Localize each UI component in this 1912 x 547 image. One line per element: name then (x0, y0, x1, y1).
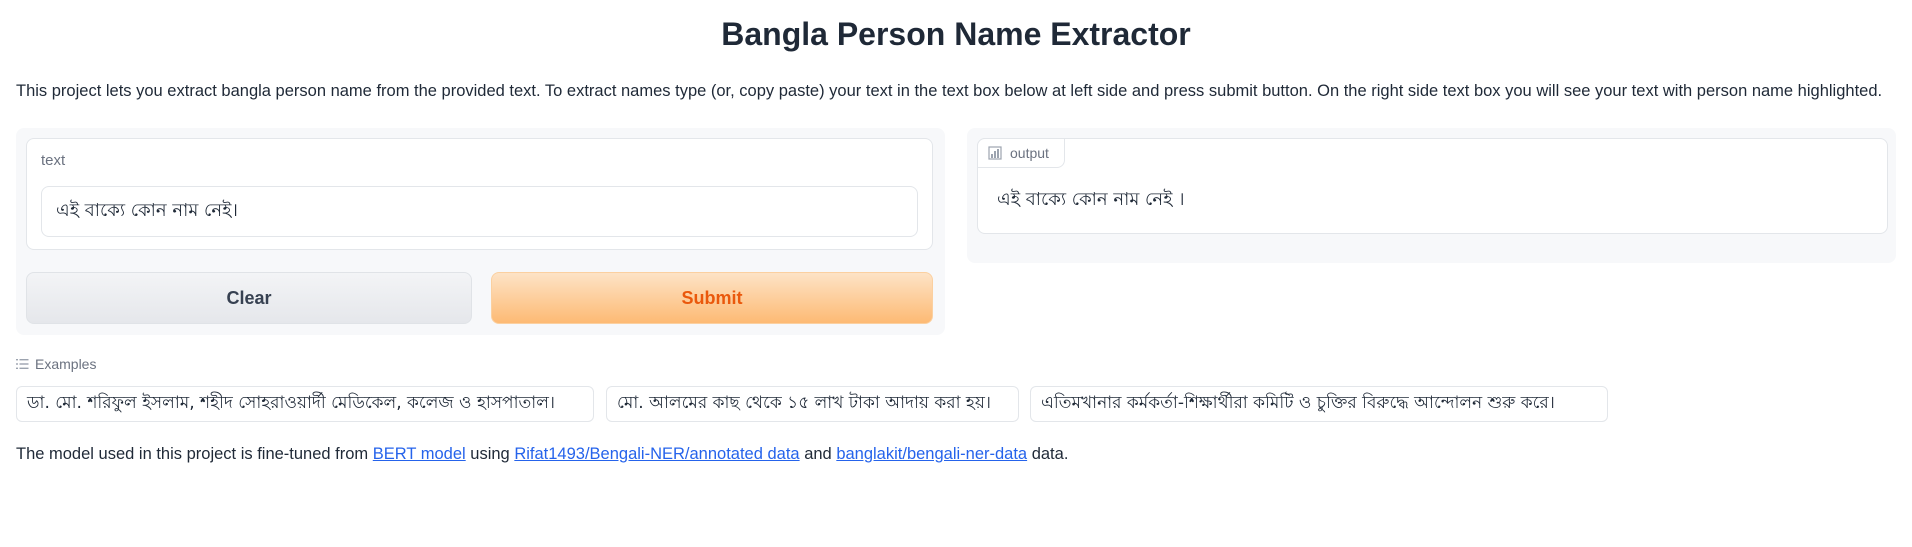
footer-text: using (465, 445, 515, 463)
footer-note: The model used in this project is fine-t… (16, 445, 1068, 464)
input-panel: text Clear Submit (16, 128, 945, 335)
page-description: This project lets you extract bangla per… (16, 82, 1883, 100)
output-block: output এই বাক্যে কোন নাম নেই । (977, 138, 1888, 234)
examples-header: Examples (16, 356, 96, 372)
footer-text: and (799, 445, 837, 463)
footer-text: The model used in this project is fine-t… (16, 445, 373, 463)
example-item[interactable]: এতিমখানার কর্মকর্তা-শিক্ষার্থীরা কমিটি ও… (1030, 386, 1608, 422)
submit-button[interactable]: Submit (491, 272, 933, 324)
text-input[interactable] (41, 186, 918, 237)
page-title: Bangla Person Name Extractor (721, 16, 1191, 52)
output-panel: output এই বাক্যে কোন নাম নেই । (967, 128, 1896, 263)
page: Bangla Person Name Extractor This projec… (0, 0, 1912, 547)
chart-icon (988, 146, 1002, 160)
output-label-tag: output (977, 138, 1065, 168)
annotated-data-link[interactable]: Rifat1493/Bengali-NER/annotated data (514, 445, 799, 463)
list-icon (16, 359, 29, 369)
text-input-block: text (26, 138, 933, 250)
examples-label: Examples (35, 356, 97, 372)
output-text: এই বাক্যে কোন নাম নেই । (997, 189, 1185, 210)
footer-text: data. (1027, 445, 1069, 463)
example-item[interactable]: মো. আলমের কাছ থেকে ১৫ লাখ টাকা আদায় করা… (606, 386, 1019, 422)
output-label: output (1010, 145, 1049, 161)
text-input-label: text (41, 152, 66, 169)
bert-model-link[interactable]: BERT model (373, 445, 466, 463)
clear-button[interactable]: Clear (26, 272, 472, 324)
example-item[interactable]: ডা. মো. শরিফুল ইসলাম, শহীদ সোহরাওয়ার্দী… (16, 386, 594, 422)
bengali-ner-data-link[interactable]: banglakit/bengali-ner-data (836, 445, 1027, 463)
